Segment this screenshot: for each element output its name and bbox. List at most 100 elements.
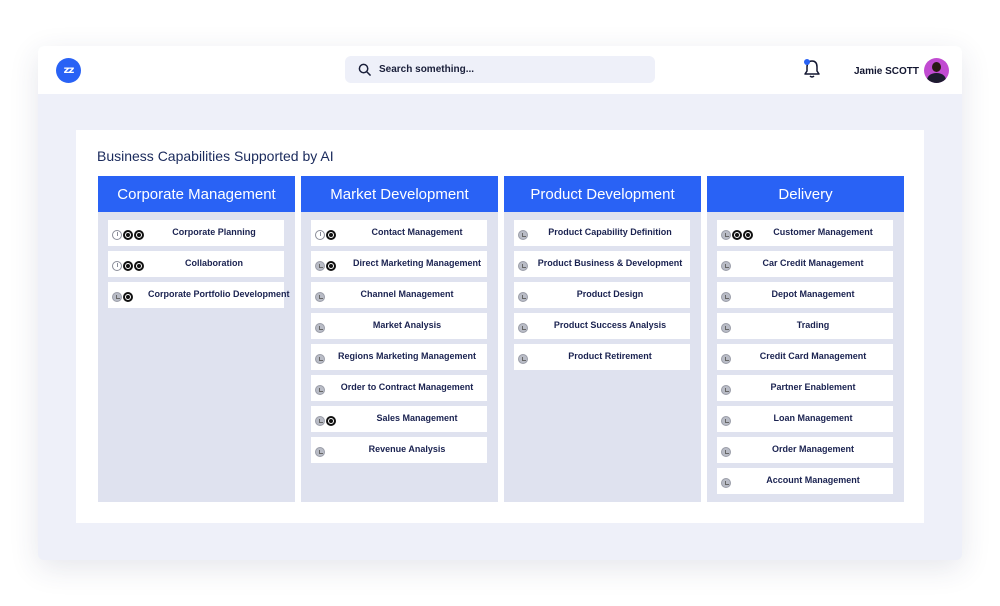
- capability-label: Product Capability Definition: [548, 227, 672, 237]
- status-icon: [721, 478, 731, 488]
- status-icon: [315, 292, 325, 302]
- status-icon: [315, 354, 325, 364]
- capability-label: Partner Enablement: [770, 382, 856, 392]
- capability-label: Order Management: [771, 444, 855, 454]
- item-icons: [721, 323, 731, 333]
- capability-item[interactable]: Product Success Analysis: [514, 313, 690, 339]
- capability-column: Corporate Management Corporate Planning Co…: [98, 176, 295, 502]
- swirl-icon: [743, 230, 753, 240]
- item-icons: [721, 292, 731, 302]
- column-header[interactable]: Corporate Management: [98, 176, 295, 212]
- capability-item[interactable]: Product Business & Development: [514, 251, 690, 277]
- column-header[interactable]: Delivery: [707, 176, 904, 212]
- clock-icon: [112, 261, 122, 271]
- swirl-icon: [326, 230, 336, 240]
- capability-item[interactable]: Partner Enablement: [717, 375, 893, 401]
- capability-item[interactable]: Credit Card Management: [717, 344, 893, 370]
- item-icons: [315, 261, 336, 271]
- capability-item[interactable]: Corporate Planning: [108, 220, 284, 246]
- clock-icon: [315, 230, 325, 240]
- status-icon: [721, 323, 731, 333]
- item-icons: [721, 416, 731, 426]
- user-name[interactable]: Jamie SCOTT: [854, 66, 919, 77]
- capability-item[interactable]: Direct Marketing Management: [311, 251, 487, 277]
- capability-label: Contact Management: [371, 227, 463, 237]
- capability-item[interactable]: Collaboration: [108, 251, 284, 277]
- status-icon: [315, 323, 325, 333]
- capability-label: Order to Contract Management: [340, 382, 474, 392]
- status-icon: [721, 354, 731, 364]
- status-icon: [721, 261, 731, 271]
- capability-label: Direct Marketing Management: [352, 258, 482, 268]
- capability-item[interactable]: Customer Management: [717, 220, 893, 246]
- capability-label: Sales Management: [376, 413, 458, 423]
- item-icons: [112, 230, 144, 240]
- capability-item[interactable]: Market Analysis: [311, 313, 487, 339]
- item-icons: [315, 447, 325, 457]
- capability-item[interactable]: Product Capability Definition: [514, 220, 690, 246]
- capability-column: Product Development Product Capability De…: [504, 176, 701, 502]
- capability-item[interactable]: Corporate Portfolio Development: [108, 282, 290, 308]
- item-icons: [112, 261, 144, 271]
- capability-item[interactable]: Product Retirement: [514, 344, 690, 370]
- capability-label: Regions Marketing Management: [337, 351, 477, 361]
- capability-item[interactable]: Order Management: [717, 437, 893, 463]
- capability-item[interactable]: Product Design: [514, 282, 690, 308]
- search-input[interactable]: Search something...: [379, 64, 474, 75]
- notification-dot: [804, 59, 810, 65]
- item-icons: [721, 261, 731, 271]
- item-icons: [518, 292, 528, 302]
- item-icons: [721, 354, 731, 364]
- status-icon: [721, 292, 731, 302]
- swirl-icon: [326, 416, 336, 426]
- capability-item[interactable]: Trading: [717, 313, 893, 339]
- logo[interactable]: zz: [56, 58, 81, 83]
- capability-item[interactable]: Account Management: [717, 468, 893, 494]
- capability-item[interactable]: Depot Management: [717, 282, 893, 308]
- capability-label: Depot Management: [771, 289, 855, 299]
- swirl-icon: [123, 261, 133, 271]
- capability-item[interactable]: Contact Management: [311, 220, 487, 246]
- item-icons: [721, 230, 753, 240]
- capability-item[interactable]: Regions Marketing Management: [311, 344, 487, 370]
- swirl-icon: [123, 292, 133, 302]
- capability-item[interactable]: Loan Management: [717, 406, 893, 432]
- swirl-icon: [326, 261, 336, 271]
- avatar[interactable]: [924, 58, 949, 83]
- capability-item[interactable]: Sales Management: [311, 406, 487, 432]
- swirl-icon: [123, 230, 133, 240]
- item-icons: [518, 354, 528, 364]
- capability-column: Delivery Customer Management Car Credit Ma…: [707, 176, 904, 502]
- status-icon: [518, 354, 528, 364]
- status-icon: [315, 261, 325, 271]
- capability-label: Collaboration: [185, 258, 243, 268]
- search-bar[interactable]: Search something...: [345, 56, 655, 83]
- swirl-icon: [732, 230, 742, 240]
- item-icons: [315, 323, 325, 333]
- item-icons: [721, 385, 731, 395]
- capability-item[interactable]: Car Credit Management: [717, 251, 893, 277]
- app-window: zz Search something... Jamie SCOTT Busin…: [38, 46, 962, 560]
- item-icons: [518, 230, 528, 240]
- capability-label: Corporate Portfolio Development: [148, 289, 290, 299]
- item-icons: [315, 230, 336, 240]
- capability-label: Channel Management: [360, 289, 454, 299]
- status-icon: [518, 230, 528, 240]
- search-icon: [358, 63, 371, 76]
- capability-label: Customer Management: [773, 227, 873, 237]
- status-icon: [315, 385, 325, 395]
- capability-item[interactable]: Order to Contract Management: [311, 375, 487, 401]
- swirl-icon: [134, 261, 144, 271]
- column-header[interactable]: Market Development: [301, 176, 498, 212]
- capability-item[interactable]: Revenue Analysis: [311, 437, 487, 463]
- capability-label: Trading: [796, 320, 830, 330]
- capability-label: Loan Management: [773, 413, 853, 423]
- capability-item[interactable]: Channel Management: [311, 282, 487, 308]
- status-icon: [721, 447, 731, 457]
- status-icon: [721, 385, 731, 395]
- capability-label: Corporate Planning: [172, 227, 256, 237]
- status-icon: [112, 292, 122, 302]
- column-header[interactable]: Product Development: [504, 176, 701, 212]
- capability-label: Account Management: [766, 475, 860, 485]
- capability-label: Market Analysis: [372, 320, 442, 330]
